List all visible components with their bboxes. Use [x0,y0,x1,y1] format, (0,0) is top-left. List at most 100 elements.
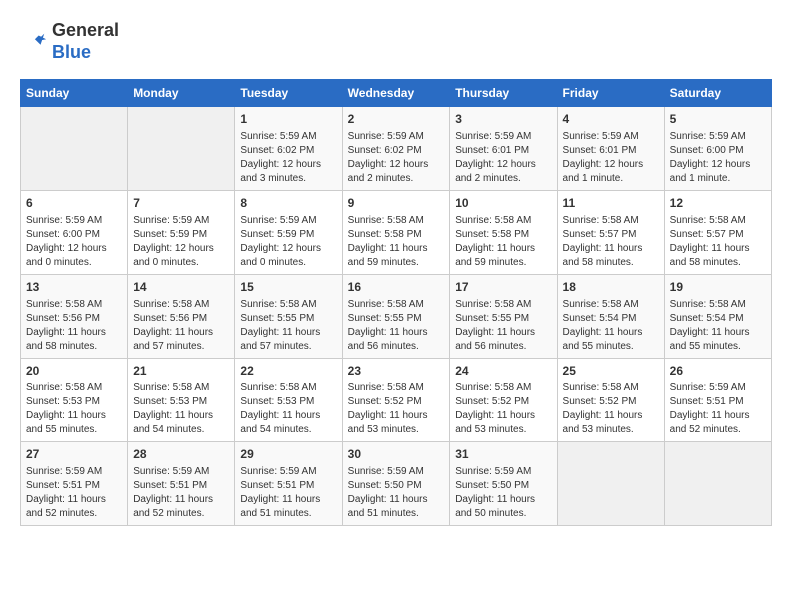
day-info: Sunrise: 5:58 AM Sunset: 5:55 PM Dayligh… [455,298,551,354]
calendar-cell: 1 Sunrise: 5:59 AM Sunset: 6:02 PM Daylig… [235,107,342,191]
calendar-cell: 6Sunrise: 5:59 AM Sunset: 6:00 PM Daylig… [21,190,128,274]
day-number: 25 [563,363,659,380]
calendar-cell: 13 Sunrise: 5:58 AM Sunset: 5:56 PM Dayli… [21,274,128,358]
day-number: 22 [240,363,336,380]
day-info: Sunrise: 5:59 AM Sunset: 6:02 PM Dayligh… [240,130,336,186]
calendar-cell: 12 Sunrise: 5:58 AM Sunset: 5:57 PM Dayli… [664,190,771,274]
column-header-sunday: Sunday [21,80,128,107]
day-number: 14 [133,279,229,296]
calendar-cell: 23Sunrise: 5:58 AM Sunset: 5:52 PM Dayli… [342,358,450,442]
calendar-cell: 16 Sunrise: 5:58 AM Sunset: 5:55 PM Dayli… [342,274,450,358]
day-info: Sunrise: 5:59 AM Sunset: 5:50 PM Dayligh… [455,465,551,521]
calendar-week-row: 6Sunrise: 5:59 AM Sunset: 6:00 PM Daylig… [21,190,772,274]
calendar-cell [21,107,128,191]
day-number: 10 [455,195,551,212]
day-number: 23 [348,363,445,380]
day-number: 27 [26,446,122,463]
day-number: 11 [563,195,659,212]
day-info: Sunrise: 5:58 AM Sunset: 5:53 PM Dayligh… [240,381,336,437]
day-info: Sunrise: 5:58 AM Sunset: 5:58 PM Dayligh… [348,214,445,270]
calendar-cell: 30Sunrise: 5:59 AM Sunset: 5:50 PM Dayli… [342,442,450,526]
day-info: Sunrise: 5:58 AM Sunset: 5:56 PM Dayligh… [133,298,229,354]
calendar-cell: 28 Sunrise: 5:59 AM Sunset: 5:51 PM Dayli… [128,442,235,526]
calendar-cell: 25Sunrise: 5:58 AM Sunset: 5:52 PM Dayli… [557,358,664,442]
day-number: 29 [240,446,336,463]
column-header-wednesday: Wednesday [342,80,450,107]
day-info: Sunrise: 5:59 AM Sunset: 5:51 PM Dayligh… [240,465,336,521]
calendar-cell: 9Sunrise: 5:58 AM Sunset: 5:58 PM Daylig… [342,190,450,274]
logo: GeneralBlue [20,20,119,63]
calendar-cell: 4 Sunrise: 5:59 AM Sunset: 6:01 PM Daylig… [557,107,664,191]
day-number: 15 [240,279,336,296]
day-number: 31 [455,446,551,463]
calendar-cell: 26Sunrise: 5:59 AM Sunset: 5:51 PM Dayli… [664,358,771,442]
calendar-table: SundayMondayTuesdayWednesdayThursdayFrid… [20,79,772,526]
day-number: 7 [133,195,229,212]
day-info: Sunrise: 5:58 AM Sunset: 5:57 PM Dayligh… [563,214,659,270]
day-info: Sunrise: 5:58 AM Sunset: 5:58 PM Dayligh… [455,214,551,270]
day-info: Sunrise: 5:58 AM Sunset: 5:53 PM Dayligh… [26,381,122,437]
day-number: 16 [348,279,445,296]
day-number: 21 [133,363,229,380]
day-info: Sunrise: 5:59 AM Sunset: 5:51 PM Dayligh… [670,381,766,437]
calendar-cell: 10 Sunrise: 5:58 AM Sunset: 5:58 PM Dayli… [450,190,557,274]
calendar-cell: 22Sunrise: 5:58 AM Sunset: 5:53 PM Dayli… [235,358,342,442]
day-info: Sunrise: 5:58 AM Sunset: 5:52 PM Dayligh… [455,381,551,437]
calendar-cell: 24Sunrise: 5:58 AM Sunset: 5:52 PM Dayli… [450,358,557,442]
column-header-thursday: Thursday [450,80,557,107]
page-header: GeneralBlue [20,20,772,63]
day-number: 4 [563,111,659,128]
calendar-cell: 11 Sunrise: 5:58 AM Sunset: 5:57 PM Dayli… [557,190,664,274]
day-info: Sunrise: 5:58 AM Sunset: 5:54 PM Dayligh… [670,298,766,354]
calendar-week-row: 20Sunrise: 5:58 AM Sunset: 5:53 PM Dayli… [21,358,772,442]
day-info: Sunrise: 5:58 AM Sunset: 5:52 PM Dayligh… [563,381,659,437]
calendar-week-row: 1 Sunrise: 5:59 AM Sunset: 6:02 PM Daylig… [21,107,772,191]
day-number: 30 [348,446,445,463]
day-info: Sunrise: 5:59 AM Sunset: 6:00 PM Dayligh… [670,130,766,186]
day-number: 28 [133,446,229,463]
calendar-cell [664,442,771,526]
calendar-cell: 29 Sunrise: 5:59 AM Sunset: 5:51 PM Dayli… [235,442,342,526]
day-number: 18 [563,279,659,296]
day-info: Sunrise: 5:58 AM Sunset: 5:57 PM Dayligh… [670,214,766,270]
calendar-cell: 14 Sunrise: 5:58 AM Sunset: 5:56 PM Dayli… [128,274,235,358]
calendar-cell [128,107,235,191]
day-info: Sunrise: 5:58 AM Sunset: 5:56 PM Dayligh… [26,298,122,354]
calendar-cell [557,442,664,526]
day-info: Sunrise: 5:58 AM Sunset: 5:53 PM Dayligh… [133,381,229,437]
column-header-monday: Monday [128,80,235,107]
logo-icon [20,28,48,56]
day-number: 5 [670,111,766,128]
calendar-cell: 2 Sunrise: 5:59 AM Sunset: 6:02 PM Daylig… [342,107,450,191]
calendar-cell: 5 Sunrise: 5:59 AM Sunset: 6:00 PM Daylig… [664,107,771,191]
calendar-cell: 17 Sunrise: 5:58 AM Sunset: 5:55 PM Dayli… [450,274,557,358]
day-info: Sunrise: 5:59 AM Sunset: 6:01 PM Dayligh… [455,130,551,186]
day-number: 6 [26,195,122,212]
day-number: 1 [240,111,336,128]
day-info: Sunrise: 5:58 AM Sunset: 5:55 PM Dayligh… [348,298,445,354]
day-number: 12 [670,195,766,212]
day-info: Sunrise: 5:59 AM Sunset: 6:01 PM Dayligh… [563,130,659,186]
calendar-week-row: 27 Sunrise: 5:59 AM Sunset: 5:51 PM Dayli… [21,442,772,526]
column-header-saturday: Saturday [664,80,771,107]
day-info: Sunrise: 5:58 AM Sunset: 5:55 PM Dayligh… [240,298,336,354]
day-number: 24 [455,363,551,380]
calendar-cell: 3 Sunrise: 5:59 AM Sunset: 6:01 PM Daylig… [450,107,557,191]
day-info: Sunrise: 5:59 AM Sunset: 5:51 PM Dayligh… [133,465,229,521]
day-number: 2 [348,111,445,128]
day-info: Sunrise: 5:58 AM Sunset: 5:54 PM Dayligh… [563,298,659,354]
calendar-cell: 8Sunrise: 5:59 AM Sunset: 5:59 PM Daylig… [235,190,342,274]
day-info: Sunrise: 5:59 AM Sunset: 5:59 PM Dayligh… [133,214,229,270]
calendar-cell: 15 Sunrise: 5:58 AM Sunset: 5:55 PM Dayli… [235,274,342,358]
day-number: 19 [670,279,766,296]
day-number: 13 [26,279,122,296]
day-number: 17 [455,279,551,296]
column-header-tuesday: Tuesday [235,80,342,107]
day-info: Sunrise: 5:59 AM Sunset: 6:02 PM Dayligh… [348,130,445,186]
column-header-friday: Friday [557,80,664,107]
calendar-header-row: SundayMondayTuesdayWednesdayThursdayFrid… [21,80,772,107]
day-info: Sunrise: 5:59 AM Sunset: 5:59 PM Dayligh… [240,214,336,270]
day-number: 3 [455,111,551,128]
calendar-cell: 21Sunrise: 5:58 AM Sunset: 5:53 PM Dayli… [128,358,235,442]
calendar-cell: 19 Sunrise: 5:58 AM Sunset: 5:54 PM Dayli… [664,274,771,358]
